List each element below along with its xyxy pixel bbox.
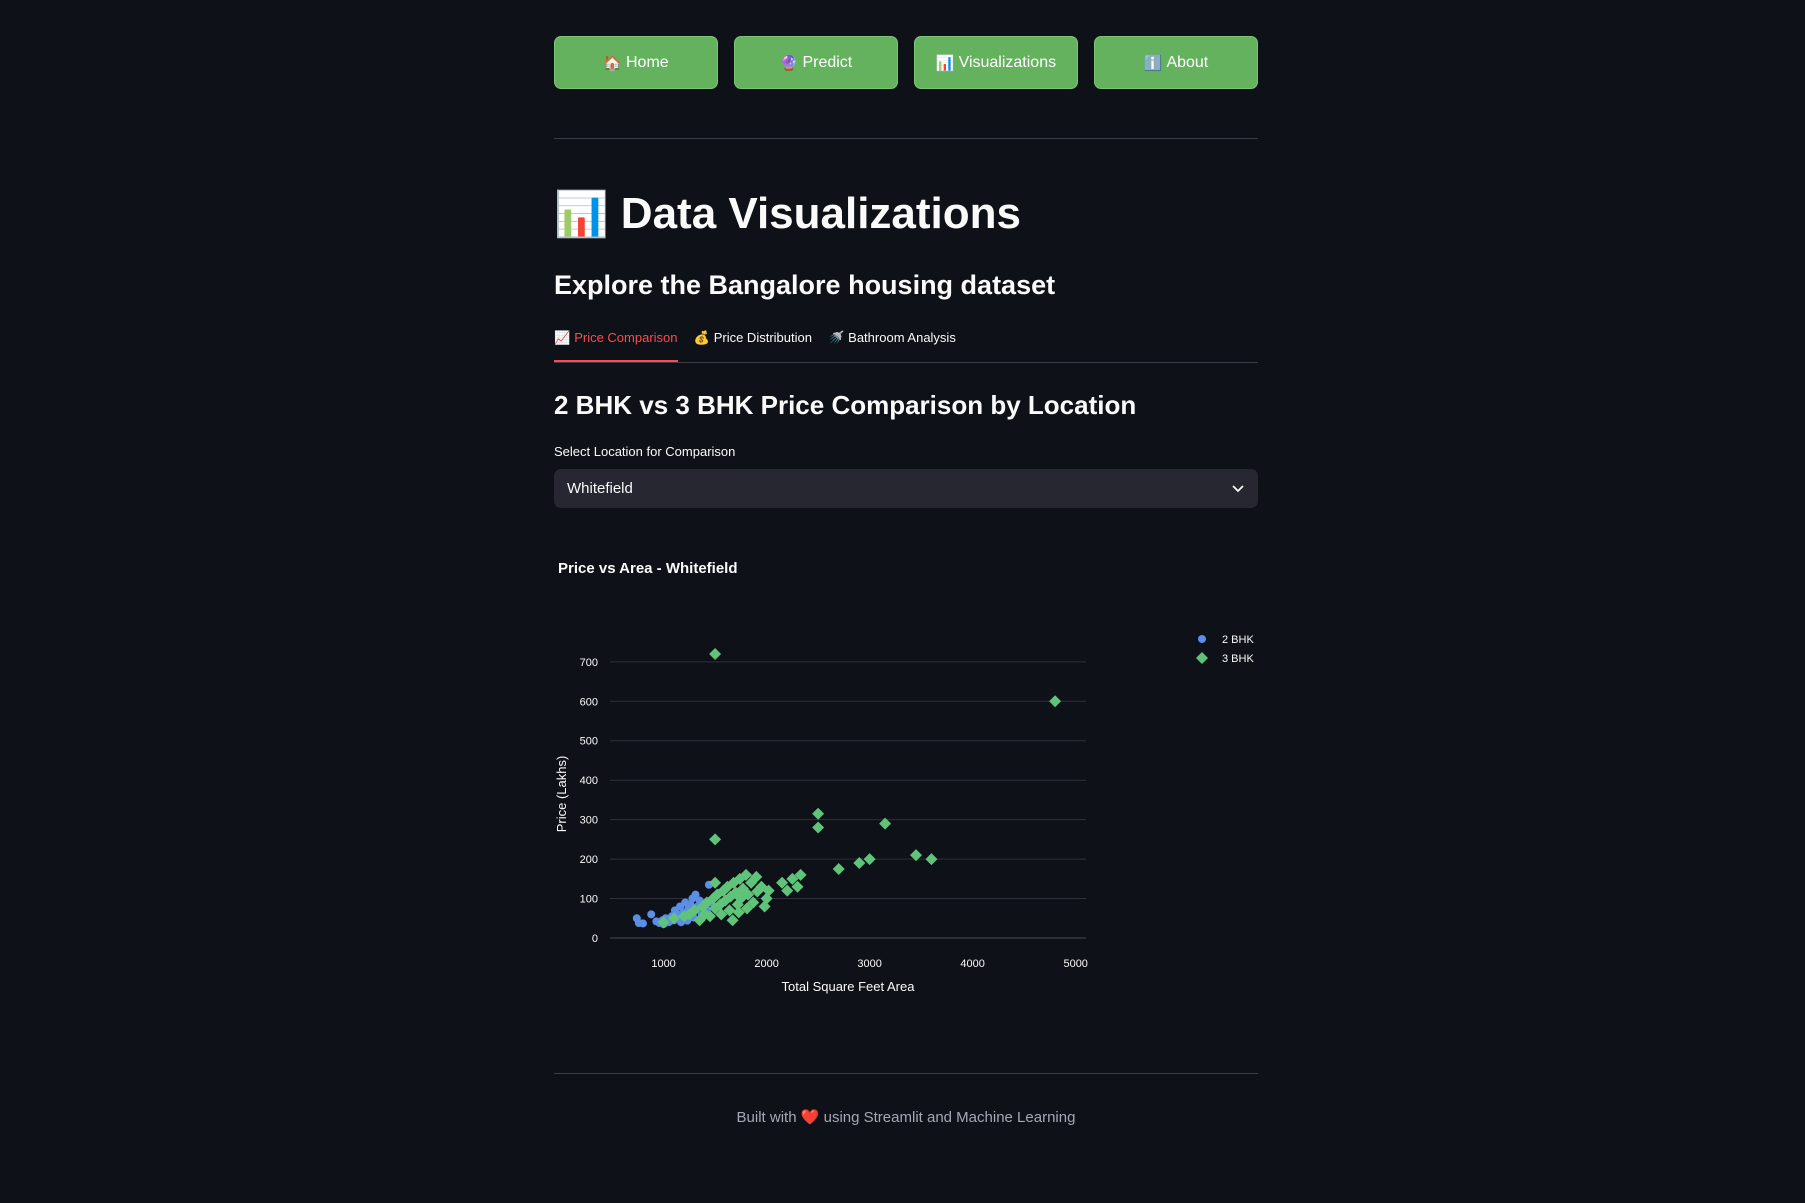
y-tick-label: 300 — [580, 815, 598, 827]
scatter-chart: 0 100 200 300 400 500 600 700 1000 2000 3000 4000 5… — [554, 634, 1254, 994]
legend-label: 2 BHK — [1222, 634, 1254, 646]
tab-label: Price Comparison — [574, 330, 678, 345]
page-subtitle: Explore the Bangalore housing dataset — [554, 270, 1056, 300]
footer-suffix: using Streamlit and Machine Learning — [823, 1109, 1076, 1126]
y-tick-label: 500 — [580, 736, 598, 748]
data-point[interactable] — [709, 833, 722, 846]
tab-label: Price Distribution — [713, 330, 812, 345]
data-point[interactable] — [1049, 695, 1062, 708]
data-point[interactable] — [812, 807, 825, 820]
legend-marker — [1198, 635, 1206, 643]
y-tick-label: 700 — [580, 657, 598, 669]
y-tick-label: 400 — [580, 775, 598, 787]
x-tick-label: 1000 — [651, 958, 675, 970]
chart-grid — [610, 661, 1086, 939]
y-tick-label: 200 — [580, 854, 598, 866]
visualizations-button[interactable]: 📊 Visualizations — [914, 36, 1078, 89]
data-point[interactable] — [638, 919, 647, 928]
visualizations-button-label: Visualizations — [958, 53, 1057, 71]
x-tick-label: 5000 — [1063, 958, 1087, 970]
data-point[interactable] — [709, 647, 722, 660]
legend-item[interactable]: 2 BHK — [1198, 634, 1254, 646]
y-axis-title: Price (Lakhs) — [554, 756, 569, 833]
location-select-label: Select Location for Comparison — [554, 444, 736, 459]
x-axis-ticks: 1000 2000 3000 4000 5000 — [651, 958, 1088, 970]
legend-label: 3 BHK — [1222, 653, 1254, 665]
y-axis-ticks: 0 100 200 300 400 500 600 700 — [580, 657, 598, 945]
divider-bottom — [554, 1073, 1258, 1074]
bar-chart-icon: 📊 — [554, 190, 609, 239]
page-title: 📊 Data Visualizations — [554, 188, 1021, 240]
top-nav: 🏠 Home 🔮 Predict 📊 Visualizations ℹ️ Abo… — [554, 36, 1258, 89]
y-tick-label: 600 — [580, 696, 598, 708]
heart-icon: ❤️ — [800, 1109, 820, 1126]
section-title: 2 BHK vs 3 BHK Price Comparison by Locat… — [554, 390, 1137, 420]
series-3-bhk — [657, 647, 1062, 929]
x-tick-label: 2000 — [754, 958, 778, 970]
line-chart-icon: 📈 — [554, 330, 571, 345]
tab-price-distribution[interactable]: 💰 Price Distribution — [694, 328, 812, 360]
chart-series — [632, 647, 1062, 929]
predict-button-label: Predict — [802, 53, 853, 71]
tab-price-comparison[interactable]: 📈 Price Comparison — [554, 328, 678, 362]
home-icon: 🏠 — [603, 54, 622, 72]
chevron-down-icon — [1232, 482, 1244, 496]
x-tick-label: 3000 — [857, 958, 881, 970]
data-point[interactable] — [647, 910, 656, 919]
home-button-label: Home — [626, 53, 669, 71]
data-point[interactable] — [863, 853, 876, 866]
money-bag-icon: 💰 — [693, 330, 710, 345]
chart-title: Price vs Area - Whitefield — [558, 560, 738, 577]
y-tick-label: 100 — [580, 894, 598, 906]
predict-button[interactable]: 🔮 Predict — [734, 36, 898, 89]
tab-label: Bathroom Analysis — [848, 330, 956, 345]
home-button[interactable]: 🏠 Home — [554, 36, 718, 89]
location-select-value: Whitefield — [567, 480, 633, 497]
tab-bathroom-analysis[interactable]: 🚿 Bathroom Analysis — [828, 328, 956, 360]
legend-item[interactable]: 3 BHK — [1196, 652, 1254, 665]
shower-icon: 🚿 — [827, 330, 845, 345]
page-title-text: Data Visualizations — [620, 189, 1022, 238]
about-button-label: About — [1166, 53, 1209, 71]
location-select[interactable]: Whitefield — [554, 469, 1258, 508]
crystal-ball-icon: 🔮 — [779, 54, 799, 72]
data-point[interactable] — [925, 853, 938, 866]
data-point[interactable] — [832, 862, 845, 875]
y-tick-label: 0 — [592, 933, 598, 945]
x-axis-title: Total Square Feet Area — [782, 979, 916, 994]
data-point[interactable] — [812, 821, 825, 834]
bar-chart-icon: 📊 — [935, 54, 955, 72]
tab-bar: 📈 Price Comparison 💰 Price Distribution … — [554, 328, 1258, 363]
x-tick-label: 4000 — [960, 958, 984, 970]
footer: Built with ❤️ using Streamlit and Machin… — [554, 1108, 1258, 1126]
footer-prefix: Built with — [736, 1109, 797, 1126]
info-icon: ℹ️ — [1143, 54, 1163, 72]
chart-legend: 2 BHK 3 BHK — [1196, 634, 1254, 665]
divider-top — [554, 138, 1258, 139]
about-button[interactable]: ℹ️ About — [1094, 36, 1258, 89]
legend-marker — [1196, 652, 1208, 664]
